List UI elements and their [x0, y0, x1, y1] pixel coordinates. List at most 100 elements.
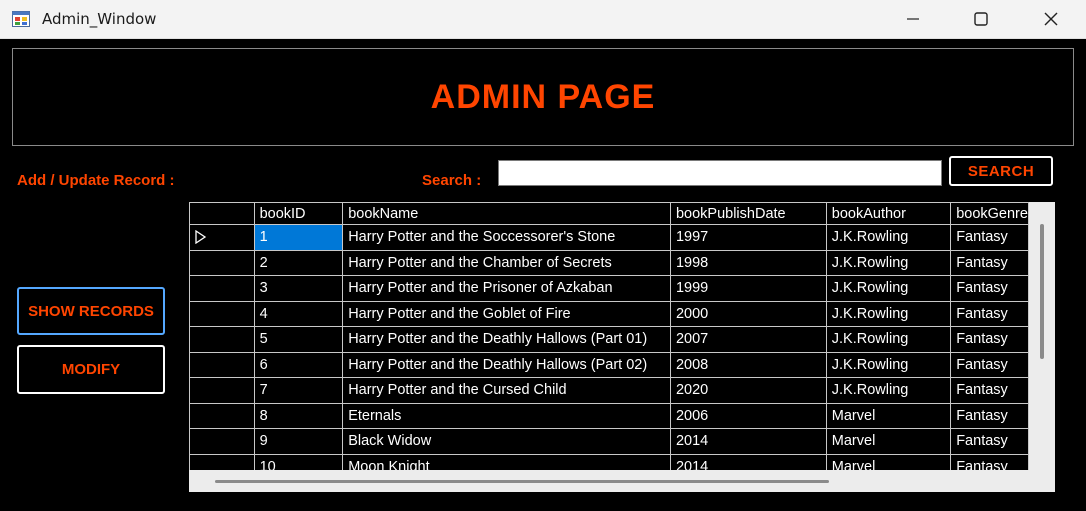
cell-bookauthor[interactable]: J.K.Rowling — [825, 224, 952, 251]
cell-bookgenre[interactable]: Fantasy — [950, 453, 1029, 470]
column-header-bookauthor[interactable]: bookAuthor — [825, 202, 952, 225]
table-row[interactable]: 2 Harry Potter and the Chamber of Secrets… — [189, 249, 1029, 276]
row-header[interactable] — [189, 377, 255, 404]
cell-bookpublishdate[interactable]: 1999 — [669, 275, 827, 302]
cell-bookid[interactable]: 2 — [253, 249, 344, 276]
maximize-icon — [974, 12, 988, 26]
cell-bookauthor[interactable]: Marvel — [825, 428, 952, 455]
horizontal-scrollbar[interactable] — [189, 470, 1029, 492]
cell-bookid[interactable]: 5 — [253, 326, 344, 353]
cell-bookname[interactable]: Harry Potter and the Deathly Hallows (Pa… — [342, 351, 671, 378]
current-row-arrow-icon — [195, 230, 207, 245]
modify-button[interactable]: MODIFY — [17, 345, 165, 394]
row-header[interactable] — [189, 326, 255, 353]
table-row[interactable]: 1 Harry Potter and the Soccessorer's Ston… — [189, 224, 1029, 251]
cell-bookauthor[interactable]: J.K.Rowling — [825, 377, 952, 404]
cell-bookauthor[interactable]: J.K.Rowling — [825, 351, 952, 378]
table-row[interactable]: 6 Harry Potter and the Deathly Hallows (P… — [189, 351, 1029, 378]
column-header-bookname[interactable]: bookName — [342, 202, 671, 225]
cell-bookpublishdate[interactable]: 2000 — [669, 300, 827, 327]
row-header[interactable] — [189, 300, 255, 327]
cell-bookid[interactable]: 1 — [253, 224, 344, 251]
cell-bookid[interactable]: 8 — [253, 402, 344, 429]
row-header[interactable] — [189, 249, 255, 276]
cell-bookname[interactable]: Moon Knight — [342, 453, 671, 470]
row-header-corner — [189, 202, 255, 225]
cell-bookauthor[interactable]: J.K.Rowling — [825, 326, 952, 353]
cell-bookpublishdate[interactable]: 2008 — [669, 351, 827, 378]
records-table: bookID bookName bookPublishDate bookAuth… — [189, 202, 1029, 470]
cell-bookgenre[interactable]: Fantasy — [950, 249, 1029, 276]
cell-bookpublishdate[interactable]: 2007 — [669, 326, 827, 353]
window-title: Admin_Window — [42, 10, 157, 28]
vertical-scrollbar[interactable] — [1029, 202, 1055, 470]
cell-bookid[interactable]: 6 — [253, 351, 344, 378]
maximize-button[interactable] — [958, 0, 1004, 38]
cell-bookname[interactable]: Eternals — [342, 402, 671, 429]
cell-bookgenre[interactable]: Fantasy — [950, 224, 1029, 251]
cell-bookname[interactable]: Harry Potter and the Cursed Child — [342, 377, 671, 404]
minimize-icon — [907, 18, 919, 20]
cell-bookid[interactable]: 10 — [253, 453, 344, 470]
cell-bookgenre[interactable]: Fantasy — [950, 402, 1029, 429]
table-row[interactable]: 8 Eternals 2006 Marvel Fantasy — [189, 402, 1029, 429]
row-header[interactable] — [189, 453, 255, 470]
cell-bookauthor[interactable]: Marvel — [825, 402, 952, 429]
cell-bookname[interactable]: Harry Potter and the Goblet of Fire — [342, 300, 671, 327]
records-grid[interactable]: bookID bookName bookPublishDate bookAuth… — [189, 202, 1055, 492]
cell-bookauthor[interactable]: J.K.Rowling — [825, 275, 952, 302]
cell-bookgenre[interactable]: Fantasy — [950, 377, 1029, 404]
cell-bookname[interactable]: Black Widow — [342, 428, 671, 455]
close-button[interactable] — [1028, 0, 1074, 38]
cell-bookpublishdate[interactable]: 1997 — [669, 224, 827, 251]
row-header[interactable] — [189, 428, 255, 455]
table-row[interactable]: 7 Harry Potter and the Cursed Child 2020 J.… — [189, 377, 1029, 404]
minimize-button[interactable] — [890, 0, 936, 38]
cell-bookpublishdate[interactable]: 1998 — [669, 249, 827, 276]
cell-bookgenre[interactable]: Fantasy — [950, 275, 1029, 302]
show-records-button[interactable]: SHOW RECORDS — [17, 287, 165, 335]
cell-bookauthor[interactable]: Marvel — [825, 453, 952, 470]
cell-bookauthor[interactable]: J.K.Rowling — [825, 300, 952, 327]
search-input[interactable] — [498, 160, 942, 186]
cell-bookid[interactable]: 7 — [253, 377, 344, 404]
column-header-bookid[interactable]: bookID — [253, 202, 344, 225]
search-button[interactable]: SEARCH — [949, 156, 1053, 186]
cell-bookauthor[interactable]: J.K.Rowling — [825, 249, 952, 276]
cell-bookgenre[interactable]: Fantasy — [950, 428, 1029, 455]
cell-bookpublishdate[interactable]: 2006 — [669, 402, 827, 429]
header-row: bookID bookName bookPublishDate bookAuth… — [189, 202, 1029, 225]
cell-bookid[interactable]: 3 — [253, 275, 344, 302]
cell-bookpublishdate[interactable]: 2014 — [669, 428, 827, 455]
cell-bookgenre[interactable]: Fantasy — [950, 351, 1029, 378]
table-row[interactable]: 5 Harry Potter and the Deathly Hallows (P… — [189, 326, 1029, 353]
app-window-icon — [12, 11, 30, 27]
cell-bookname[interactable]: Harry Potter and the Soccessorer's Stone — [342, 224, 671, 251]
cell-bookpublishdate[interactable]: 2014 — [669, 453, 827, 470]
table-row[interactable]: 9 Black Widow 2014 Marvel Fantasy — [189, 428, 1029, 455]
table-row[interactable]: 4 Harry Potter and the Goblet of Fire 2000… — [189, 300, 1029, 327]
row-header[interactable] — [189, 402, 255, 429]
cell-bookgenre[interactable]: Fantasy — [950, 300, 1029, 327]
title-bar[interactable]: Admin_Window — [0, 0, 1086, 39]
table-row[interactable]: 10 Moon Knight 2014 Marvel Fantasy — [189, 453, 1029, 470]
row-header[interactable] — [189, 275, 255, 302]
cell-bookname[interactable]: Harry Potter and the Deathly Hallows (Pa… — [342, 326, 671, 353]
row-header[interactable] — [189, 224, 255, 251]
row-header[interactable] — [189, 351, 255, 378]
cell-bookid[interactable]: 4 — [253, 300, 344, 327]
table-row[interactable]: 3 Harry Potter and the Prisoner of Azkaba… — [189, 275, 1029, 302]
vertical-scroll-thumb[interactable] — [1040, 224, 1044, 359]
horizontal-scroll-thumb[interactable] — [215, 480, 829, 483]
page-title: ADMIN PAGE — [430, 77, 656, 116]
close-icon — [1044, 12, 1058, 26]
column-header-bookpublishdate[interactable]: bookPublishDate — [669, 202, 827, 225]
cell-bookname[interactable]: Harry Potter and the Chamber of Secrets — [342, 249, 671, 276]
cell-bookgenre[interactable]: Fantasy — [950, 326, 1029, 353]
client-area: ADMIN PAGE Add / Update Record : Search … — [0, 39, 1086, 511]
cell-bookid[interactable]: 9 — [253, 428, 344, 455]
cell-bookname[interactable]: Harry Potter and the Prisoner of Azkaban — [342, 275, 671, 302]
add-update-record-label: Add / Update Record : — [17, 172, 175, 189]
cell-bookpublishdate[interactable]: 2020 — [669, 377, 827, 404]
column-header-bookgenre[interactable]: bookGenre — [950, 202, 1029, 225]
